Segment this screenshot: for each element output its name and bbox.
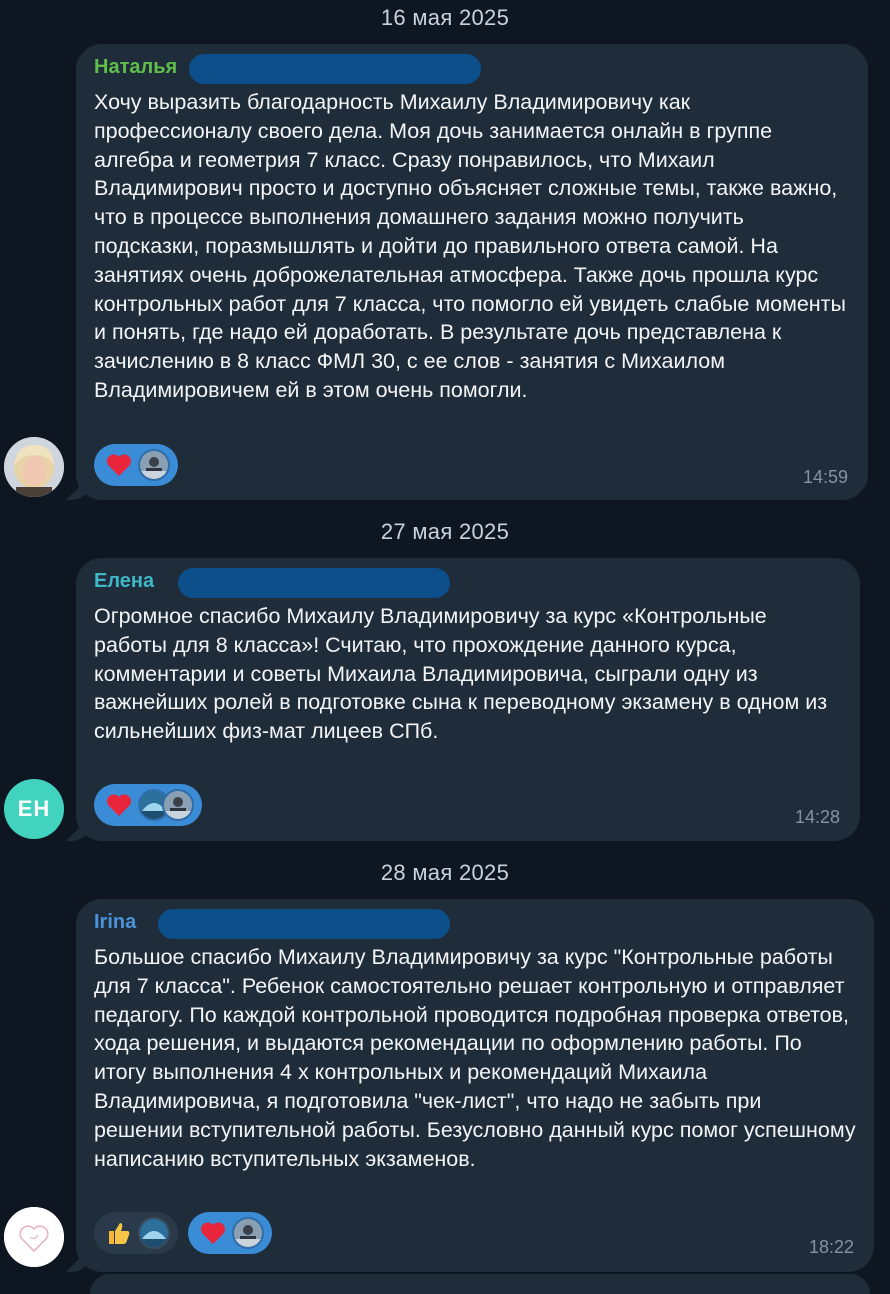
thumbs-up-icon: [104, 1218, 134, 1248]
sender-avatar[interactable]: [4, 437, 64, 497]
sender-name[interactable]: Наталья: [94, 56, 177, 78]
message-bubble[interactable]: Наталья Хочу выразить благодарность Миха…: [76, 44, 868, 500]
message-time: 14:28: [794, 807, 840, 827]
heart-icon: [104, 450, 134, 480]
next-message-bubble-edge: [90, 1274, 870, 1294]
message-text: Хочу выразить благодарность Михаилу Влад…: [94, 90, 846, 402]
reactor-avatar: [138, 449, 170, 481]
date-separator: 27 мая 2025: [380, 519, 510, 544]
message-text: Большое спасибо Михаилу Владимировичу за…: [94, 945, 856, 1171]
message-bubble[interactable]: Елена Огромное спасибо Михаилу Владимиро…: [76, 558, 860, 841]
heart-reaction[interactable]: [94, 784, 202, 826]
message-bubble[interactable]: Irina Большое спасибо Михаилу Владимиров…: [76, 899, 874, 1272]
message-time: 14:59: [802, 467, 848, 487]
heart-icon: [198, 1218, 228, 1248]
reactor-avatar: [232, 1217, 264, 1249]
date-separator: 16 мая 2025: [380, 5, 510, 30]
redaction-mark: [178, 568, 450, 598]
thumbs-up-reaction[interactable]: [94, 1212, 178, 1254]
redaction-mark: [158, 909, 450, 939]
sender-name[interactable]: Елена: [94, 570, 154, 592]
heart-icon: [104, 790, 134, 820]
woman-portrait-icon: [4, 437, 64, 497]
sender-avatar[interactable]: [4, 1207, 64, 1267]
message-time: 18:22: [808, 1237, 854, 1257]
date-separator: 28 мая 2025: [380, 860, 510, 885]
sender-avatar[interactable]: ЕН: [4, 779, 64, 839]
heart-reaction[interactable]: [94, 444, 178, 486]
sender-name[interactable]: Irina: [94, 911, 136, 933]
reactor-avatar: [138, 1217, 170, 1249]
heart-reaction[interactable]: [188, 1212, 272, 1254]
message-text: Огромное спасибо Михаилу Владимировичу з…: [94, 604, 828, 744]
reactor-avatar: [162, 789, 194, 821]
redaction-mark: [189, 54, 481, 84]
heart-logo-icon: [4, 1207, 64, 1267]
